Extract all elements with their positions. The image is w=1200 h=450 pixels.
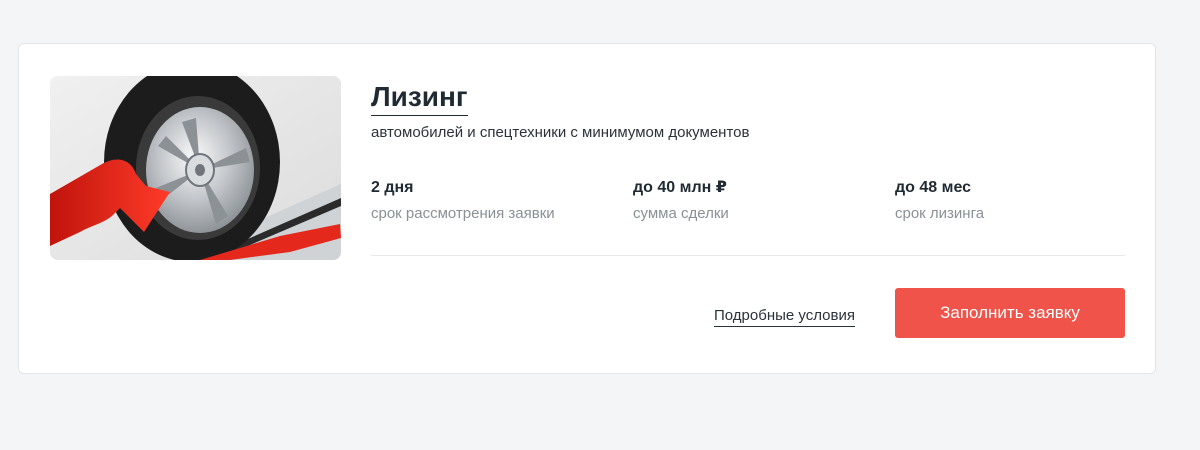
leasing-illustration (50, 76, 341, 260)
stat-value: до 48 мес (895, 179, 972, 196)
stat-value: до 40 млн ₽ (633, 179, 727, 196)
stat-value: 2 дня (371, 179, 414, 196)
page-title: Лизинг (371, 80, 468, 116)
stat-deal-amount: до 40 млн ₽ сумма сделки (633, 178, 873, 223)
stats-row: 2 дня срок рассмотрения заявки до 40 млн… (371, 178, 1125, 238)
tire-icon (50, 76, 341, 260)
stat-label: сумма сделки (633, 205, 729, 222)
stat-leasing-term: до 48 мес срок лизинга (895, 178, 1135, 223)
stat-label: срок лизинга (895, 205, 985, 222)
details-link[interactable]: Подробные условия (714, 307, 855, 327)
divider (371, 255, 1125, 256)
stat-label: срок рассмотрения заявки (371, 205, 555, 222)
leasing-offer-card: Лизинг автомобилей и спецтехники с миним… (18, 43, 1156, 374)
product-subtitle: автомобилей и спецтехники с минимумом до… (371, 124, 750, 141)
stat-review-period: 2 дня срок рассмотрения заявки (371, 178, 611, 223)
apply-button[interactable]: Заполнить заявку (895, 288, 1125, 338)
